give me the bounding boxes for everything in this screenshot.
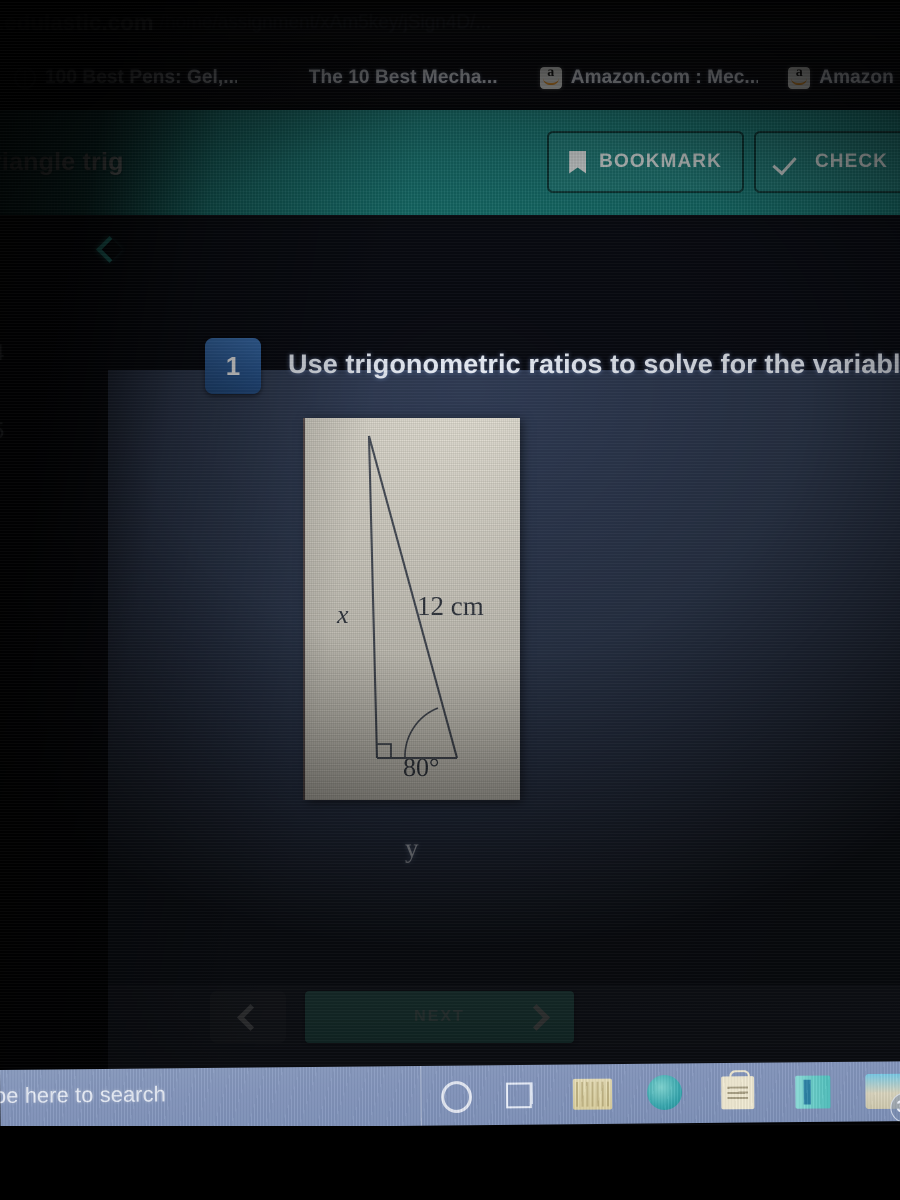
address-bar[interactable]: .edulastic.com /home/assignment/xAm5key/… <box>0 0 900 45</box>
header-actions: BOOKMARK CHECK <box>547 131 900 193</box>
windows-taskbar: pe here to search 32 <box>0 1061 900 1130</box>
question-header: 1 Use trigonometric ratios to solve for … <box>205 338 900 394</box>
browser-tab-3[interactable]: Amazon.com : Mec... <box>526 54 759 102</box>
taskbar-search-box[interactable]: pe here to search <box>0 1083 166 1109</box>
figure-label-x: x <box>337 600 349 629</box>
globe-icon <box>14 66 36 89</box>
browser-tab-1[interactable]: 100 Best Pens: Gel,... <box>0 54 237 102</box>
question-prompt: Use trigonometric ratios to solve for th… <box>288 349 900 379</box>
triangle-figure: x 12 cm 80° <box>305 418 520 800</box>
taskbar-divider <box>420 1065 422 1126</box>
bookmark-label: BOOKMARK <box>599 151 722 172</box>
browser-chrome: .edulastic.com /home/assignment/xAm5key/… <box>0 0 900 110</box>
tab-label: Amazon <box>819 66 894 88</box>
tab-label: Amazon.com : Mec... <box>570 66 759 88</box>
amazon-icon <box>539 65 562 89</box>
assignment-title: riangle trig <box>0 148 124 176</box>
question-nav-item-5[interactable]: 5 <box>0 418 4 444</box>
tab-strip: 100 Best Pens: Gel,... The 10 Best Mecha… <box>0 45 900 110</box>
amazon-icon <box>788 65 811 89</box>
browser-tab-2[interactable]: The 10 Best Mecha... <box>295 54 498 102</box>
task-view-icon[interactable] <box>502 1076 537 1111</box>
check-answer-button[interactable]: CHECK <box>753 131 900 193</box>
next-label: NEXT <box>414 1008 465 1025</box>
bookmark-icon <box>569 150 587 174</box>
answer-variable-label-y: y <box>405 833 419 863</box>
app-icon[interactable] <box>795 1075 831 1109</box>
tab-label: 100 Best Pens: Gel,... <box>45 66 237 88</box>
question-nav-item-4[interactable]: 4 <box>0 340 4 366</box>
file-explorer-icon[interactable] <box>572 1078 613 1110</box>
back-button[interactable] <box>92 233 126 273</box>
store-icon[interactable] <box>721 1076 755 1110</box>
next-question-button[interactable]: NEXT <box>305 991 574 1043</box>
url-domain: .edulastic.com <box>0 9 154 35</box>
browser-icon[interactable] <box>646 1074 683 1111</box>
check-label: CHECK <box>814 151 888 172</box>
figure-label-angle: 80° <box>403 753 440 782</box>
screen-photo: .edulastic.com /home/assignment/xAm5key/… <box>0 0 900 1200</box>
monitor-bezel <box>0 1126 900 1200</box>
browser-tab-4[interactable]: Amazon <box>774 54 900 102</box>
previous-question-button[interactable] <box>210 991 286 1043</box>
url-path: /home/assignment/xAm5key/jSign4D/... <box>159 11 492 33</box>
bookmark-button[interactable]: BOOKMARK <box>547 131 744 193</box>
app-header: riangle trig BOOKMARK CHECK <box>0 110 900 215</box>
figure-label-hypotenuse: 12 cm <box>417 591 484 621</box>
check-icon <box>776 151 802 173</box>
tab-label: The 10 Best Mecha... <box>308 66 498 88</box>
cortana-icon[interactable] <box>437 1077 472 1112</box>
question-nav-list: 4 5 <box>0 340 4 444</box>
question-number-badge: 1 <box>205 338 261 394</box>
